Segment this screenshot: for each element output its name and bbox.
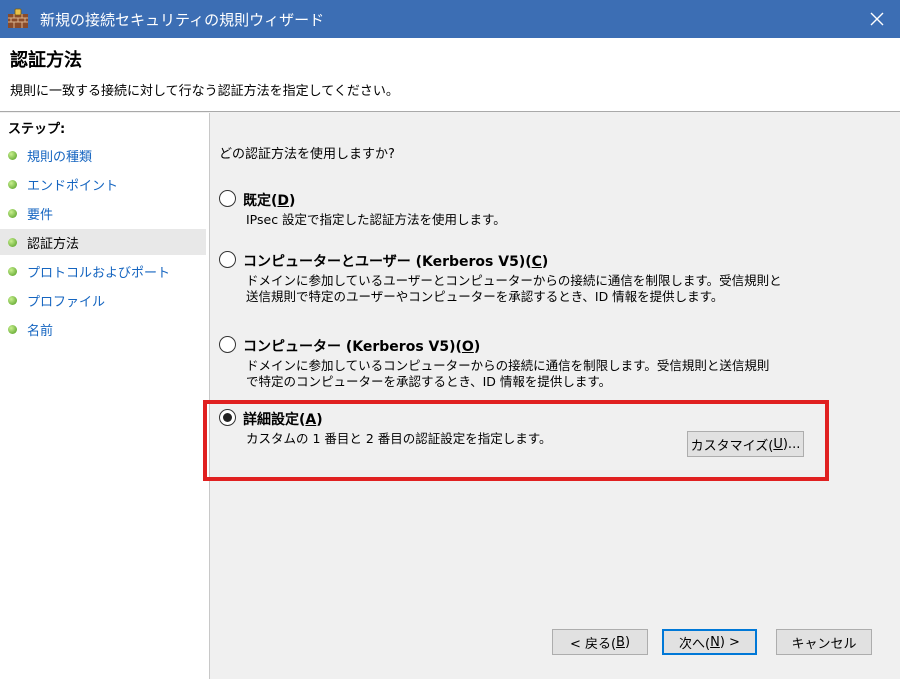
steps-panel: ステップ: 規則の種類 エンドポイント 要件 認証方法 プロトコルおよびポート … — [0, 113, 210, 679]
option-description: ドメインに参加しているコンピューターからの接続に通信を制限します。受信規則と送信… — [246, 358, 770, 389]
wizard-header: 認証方法 規則に一致する接続に対して行なう認証方法を指定してください。 — [0, 38, 900, 112]
option-label[interactable]: コンピューターとユーザー (Kerberos V5)(C) — [243, 251, 548, 271]
step-bullet-icon — [8, 237, 17, 247]
radio-computer-user[interactable] — [219, 251, 236, 268]
step-rule-type[interactable]: 規則の種類 — [0, 142, 206, 168]
step-label: 規則の種類 — [27, 149, 93, 165]
window-title: 新規の接続セキュリティの規則ウィザード — [40, 11, 325, 29]
next-button[interactable]: 次へ(N) > — [662, 629, 757, 655]
cancel-button[interactable]: キャンセル — [776, 629, 872, 655]
option-description: ドメインに参加しているユーザーとコンピューターからの接続に通信を制限します。受信… — [246, 273, 782, 304]
step-label: 認証方法 — [27, 236, 80, 252]
title-bar: 新規の接続セキュリティの規則ウィザード — [0, 0, 900, 38]
back-button[interactable]: < 戻る(B) — [552, 629, 648, 655]
step-endpoints[interactable]: エンドポイント — [0, 171, 206, 197]
radio-default[interactable] — [219, 190, 236, 207]
step-bullet-icon — [8, 179, 17, 189]
steps-title: ステップ: — [8, 122, 66, 137]
step-label: プロファイル — [27, 294, 106, 310]
close-button[interactable] — [854, 0, 900, 38]
step-label: 要件 — [27, 207, 54, 223]
step-profile[interactable]: プロファイル — [0, 287, 206, 313]
step-bullet-icon — [8, 295, 17, 305]
firewall-app-icon — [6, 8, 30, 30]
step-bullet-icon — [8, 208, 17, 218]
step-protocols-ports[interactable]: プロトコルおよびポート — [0, 258, 206, 284]
step-bullet-icon — [8, 324, 17, 334]
question-text: どの認証方法を使用しますか? — [219, 147, 395, 162]
step-requirements[interactable]: 要件 — [0, 200, 206, 226]
step-authentication[interactable]: 認証方法 — [0, 229, 206, 255]
option-label[interactable]: コンピューター (Kerberos V5)(O) — [243, 336, 480, 356]
page-description: 規則に一致する接続に対して行なう認証方法を指定してください。 — [10, 84, 399, 99]
step-bullet-icon — [8, 150, 17, 160]
highlight-box — [203, 400, 829, 481]
step-name[interactable]: 名前 — [0, 316, 206, 342]
radio-computer[interactable] — [219, 336, 236, 353]
step-bullet-icon — [8, 266, 17, 276]
option-label[interactable]: 既定(D) — [243, 190, 295, 210]
step-label: プロトコルおよびポート — [27, 265, 171, 281]
option-description: IPsec 設定で指定した認証方法を使用します。 — [246, 212, 506, 227]
close-icon — [870, 12, 884, 26]
page-title: 認証方法 — [10, 50, 82, 71]
step-label: 名前 — [27, 323, 54, 339]
step-label: エンドポイント — [27, 178, 119, 194]
main-panel: どの認証方法を使用しますか? 既定(D) IPsec 設定で指定した認証方法を使… — [211, 113, 900, 679]
